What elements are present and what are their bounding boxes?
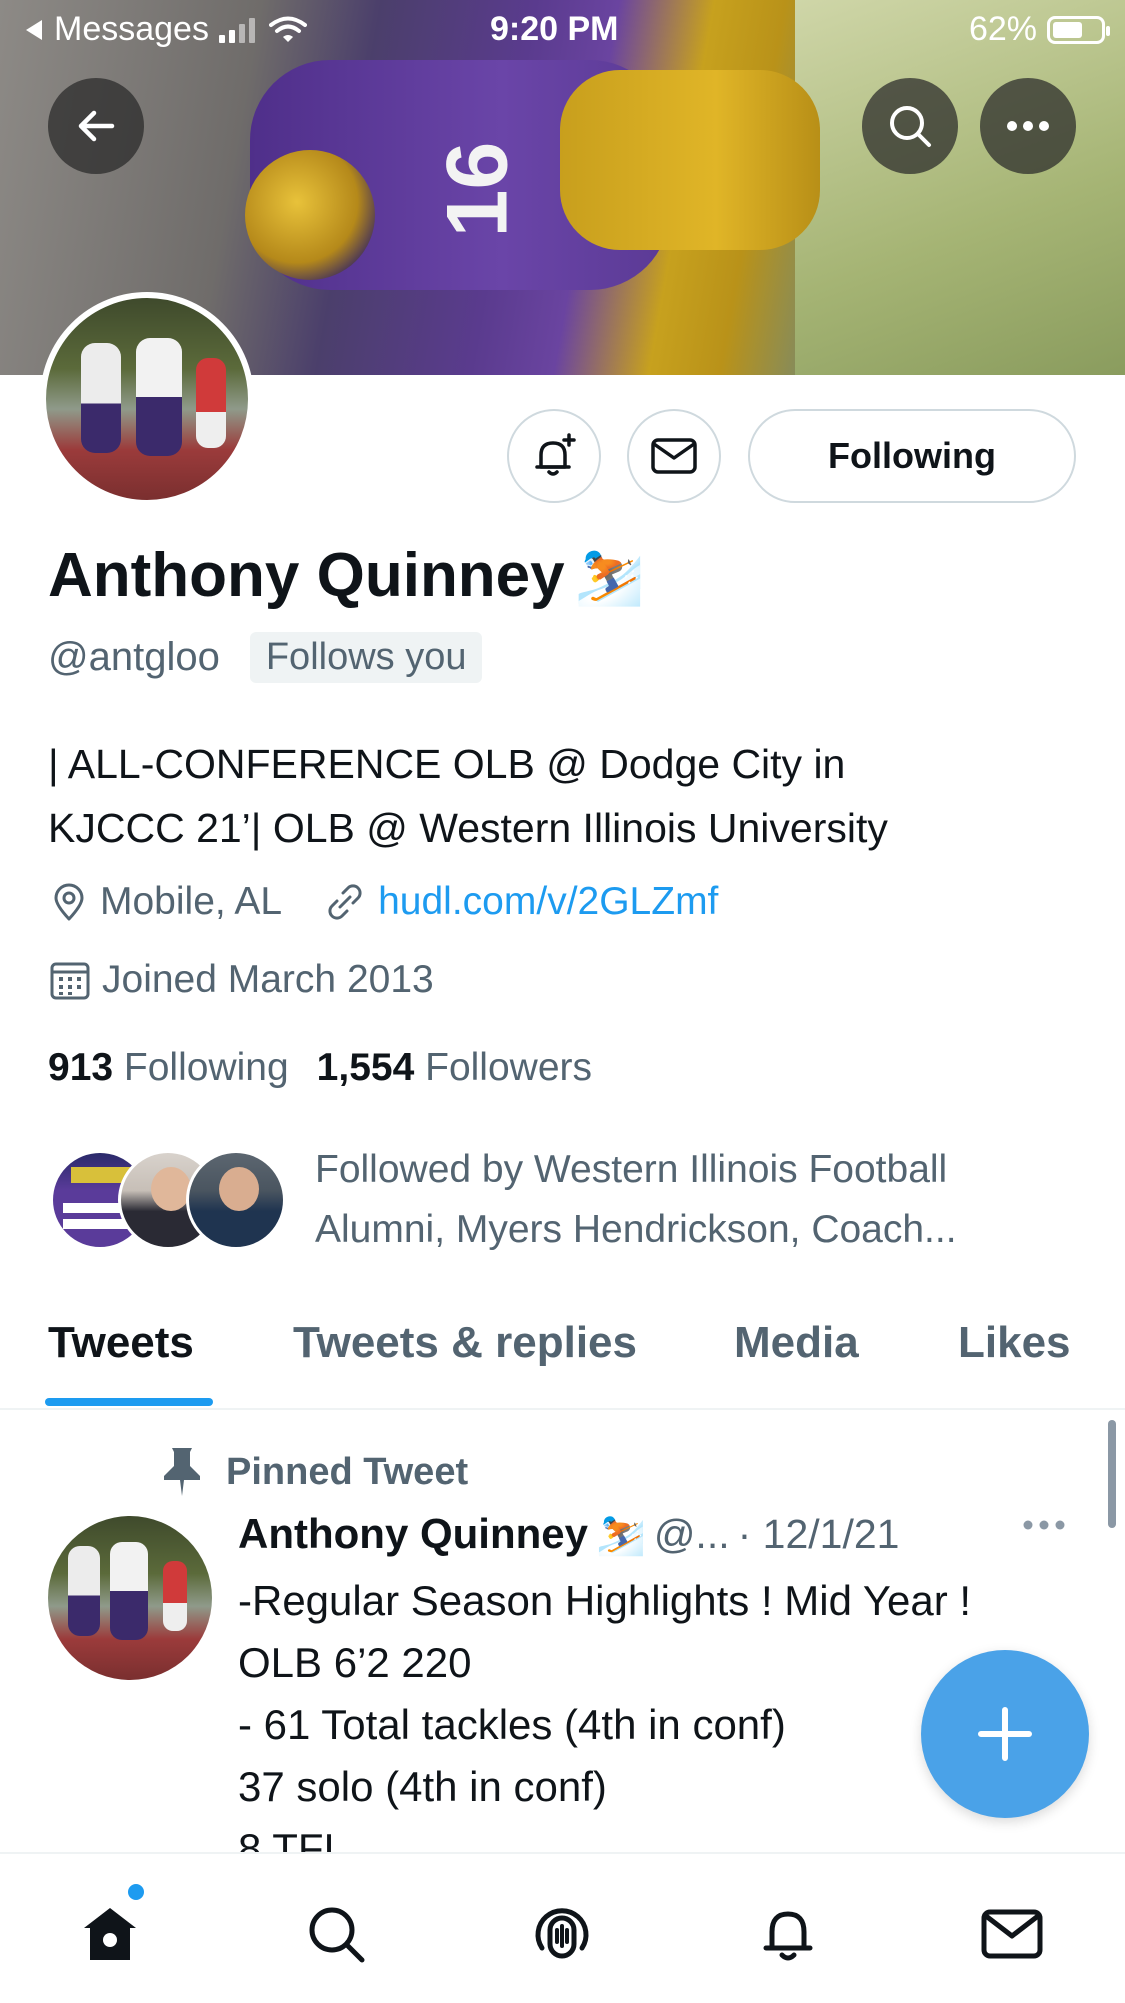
tweet-author-emoji: ⛷️	[596, 1512, 646, 1557]
profile-avatar[interactable]	[40, 292, 254, 506]
following-label: Following	[123, 1046, 289, 1089]
pinned-label: Pinned Tweet	[226, 1450, 469, 1493]
profile-bio: | ALL-CONFERENCE OLB @ Dodge City in KJC…	[48, 732, 1088, 860]
tab-media[interactable]: Media	[734, 1318, 859, 1368]
tweet-header: Anthony Quinney ⛷️ @... · 12/1/21	[238, 1510, 899, 1558]
avatar-figure	[110, 1542, 148, 1640]
more-horizontal-icon	[1007, 121, 1049, 131]
profile-tabs: Tweets Tweets & replies Media Likes	[0, 1300, 1125, 1410]
signal-icon	[218, 17, 255, 43]
spaces-icon	[535, 1908, 589, 1959]
profile-link[interactable]: hudl.com/v/2GLZmf	[378, 880, 718, 924]
nav-search[interactable]	[296, 1894, 376, 1974]
notify-button[interactable]	[507, 409, 601, 503]
tweet-line: 8 TFL	[238, 1825, 347, 1852]
tab-tweets[interactable]: Tweets	[48, 1318, 194, 1368]
tab-tweets-and-replies[interactable]: Tweets & replies	[293, 1318, 637, 1368]
bottom-nav	[0, 1852, 1125, 2003]
wifi-icon	[268, 16, 307, 42]
nav-home[interactable]	[70, 1894, 150, 1974]
followed-by-text[interactable]: Followed by Western Illinois Football Al…	[315, 1140, 1075, 1260]
handle-row: @antgloo Follows you	[48, 632, 483, 683]
message-button[interactable]	[627, 409, 721, 503]
following-button[interactable]: Following	[748, 409, 1076, 503]
profile-name-row: Anthony Quinney ⛷️	[48, 540, 644, 611]
envelope-icon	[981, 1909, 1043, 1959]
bell-icon	[763, 1911, 813, 1961]
followed-by-line: Alumni, Myers Hendrickson, Coach...	[315, 1208, 957, 1251]
bio-line: KJCCC 21’| OLB @ Western Illinois Univer…	[48, 805, 888, 851]
followed-by-line: Followed by Western Illinois Football	[315, 1148, 948, 1191]
search-icon	[890, 106, 931, 147]
tab-likes[interactable]: Likes	[958, 1318, 1071, 1368]
nav-notifications[interactable]	[748, 1894, 828, 1974]
more-horizontal-icon	[1023, 1520, 1065, 1530]
tweet-line: -Regular Season Highlights ! Mid Year !	[238, 1577, 972, 1624]
meta-row-joined: Joined March 2013	[48, 958, 434, 1002]
banner-player-helmet	[245, 150, 375, 280]
following-count: 913	[48, 1046, 114, 1089]
search-button[interactable]	[862, 78, 958, 174]
nav-messages[interactable]	[972, 1894, 1052, 1974]
status-back-app-label: Messages	[54, 10, 209, 48]
battery-percent: 62%	[968, 10, 1037, 48]
back-button[interactable]	[48, 78, 144, 174]
avatar-figure	[163, 1561, 187, 1631]
tweet-avatar[interactable]	[48, 1516, 212, 1680]
tweet-date[interactable]: · 12/1/21	[738, 1511, 900, 1558]
tweet-handle: @...	[653, 1510, 730, 1557]
scrollbar[interactable]	[1108, 1420, 1116, 1528]
followed-by-avatars[interactable]	[50, 1150, 290, 1254]
plus-icon	[978, 1707, 1032, 1761]
location-pin-icon	[54, 883, 84, 921]
meta-row-location: Mobile, AL hudl.com/v/2GLZmf	[48, 880, 718, 924]
avatar-figure	[136, 338, 182, 456]
followed-by-avatar	[186, 1150, 286, 1250]
tweet-author[interactable]: Anthony Quinney	[238, 1510, 588, 1558]
arrow-left-icon	[78, 110, 115, 142]
avatar-figure	[68, 1546, 100, 1636]
home-icon	[84, 1908, 136, 1960]
profile-stats: 913 Following 1,554 Followers	[48, 1046, 592, 1090]
envelope-icon	[651, 438, 697, 474]
avatar-figure	[196, 358, 226, 448]
skier-emoji: ⛷️	[574, 543, 645, 607]
avatar-face	[219, 1167, 259, 1211]
status-back-to-app[interactable]: Messages	[24, 10, 307, 49]
link-icon	[328, 884, 362, 920]
profile-name: Anthony Quinney	[48, 541, 565, 610]
profile-joined: Joined March 2013	[102, 958, 434, 1001]
pinned-label-row: Pinned Tweet	[160, 1446, 468, 1498]
bio-line: | ALL-CONFERENCE OLB @ Dodge City in	[48, 741, 846, 787]
followers-label: Followers	[425, 1046, 592, 1089]
avatar-face	[151, 1167, 191, 1211]
profile-location: Mobile, AL	[100, 880, 283, 923]
active-tab-indicator	[45, 1398, 213, 1406]
follows-you-badge: Follows you	[249, 632, 483, 683]
followers-stat[interactable]: 1,554 Followers	[317, 1046, 592, 1090]
battery-fill	[1053, 21, 1082, 38]
compose-tweet-button[interactable]	[921, 1650, 1089, 1818]
banner-jersey-number: 16	[429, 141, 526, 238]
bell-plus-icon	[535, 433, 576, 476]
nav-spaces[interactable]	[522, 1894, 602, 1974]
tweet-more-button[interactable]	[1022, 1518, 1066, 1536]
calendar-icon	[50, 962, 90, 1000]
more-button[interactable]	[980, 78, 1076, 174]
back-triangle-icon	[26, 19, 42, 40]
search-icon	[309, 1907, 365, 1963]
avatar-figure	[81, 343, 121, 453]
followers-count: 1,554	[316, 1046, 415, 1089]
banner-player-pants	[560, 70, 820, 250]
status-right: 62%	[968, 10, 1110, 49]
status-time: 9:20 PM	[490, 10, 619, 48]
status-bar: Messages 9:20 PM 62%	[0, 0, 1125, 62]
following-stat[interactable]: 913 Following	[48, 1046, 289, 1090]
profile-handle: @antgloo	[48, 635, 220, 679]
pin-icon	[164, 1448, 200, 1496]
battery-icon	[1047, 15, 1110, 44]
home-notification-dot	[128, 1884, 144, 1900]
